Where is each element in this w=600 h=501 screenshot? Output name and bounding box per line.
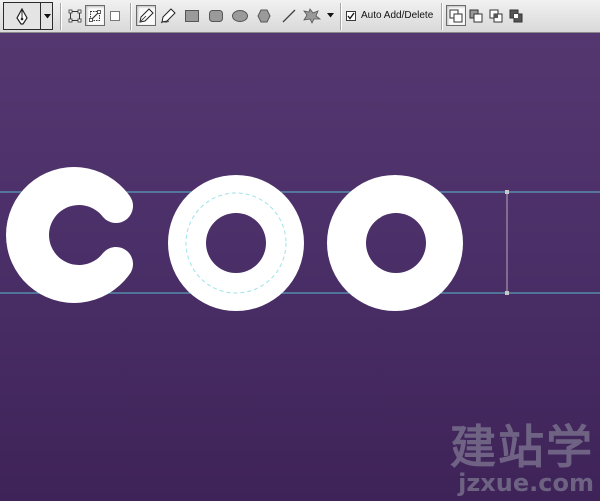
watermark: 建站学 jzxue.com: [450, 423, 594, 495]
paths-icon: [89, 9, 101, 22]
line-icon: [282, 9, 296, 22]
anchor-point-bottom[interactable]: [505, 291, 509, 295]
anchor-point-top[interactable]: [505, 190, 509, 194]
polygon-tool-button[interactable]: [254, 5, 274, 26]
rounded-rectangle-icon: [209, 9, 223, 22]
freeform-pen-button[interactable]: [158, 5, 178, 26]
custom-shape-icon: [303, 7, 321, 24]
options-bar: Auto Add/Delete: [0, 0, 600, 33]
combine-shapes-subtract-button[interactable]: [466, 5, 486, 26]
toolbar-separator: [130, 3, 131, 30]
preset-divider: [40, 3, 41, 29]
ellipse-tool-button[interactable]: [230, 5, 250, 26]
watermark-chinese: 建站学: [450, 420, 594, 474]
freeform-pen-icon: [160, 7, 176, 23]
letter-o-shape-2: [327, 175, 463, 311]
polygon-icon: [257, 9, 271, 22]
rounded-rectangle-tool-button[interactable]: [206, 5, 226, 26]
combine-shapes-add-button[interactable]: [446, 5, 466, 26]
shape-layers-button[interactable]: [65, 5, 85, 26]
intersect-shape-areas-icon: [489, 9, 503, 22]
letter-c-shape: [6, 166, 134, 303]
toolbar-separator: [441, 3, 442, 30]
chevron-down-icon[interactable]: [44, 14, 51, 19]
tool-preset-picker[interactable]: [3, 2, 53, 30]
subtract-from-shape-area-icon: [469, 9, 483, 22]
chevron-down-icon: [326, 13, 334, 18]
letter-o-shape-1: [168, 175, 304, 311]
checkmark-icon: [347, 12, 355, 20]
toolbar-separator: [60, 3, 61, 30]
pen-tool-icon: [16, 7, 28, 25]
fill-pixels-button[interactable]: [105, 5, 125, 26]
combine-shapes-intersect-button[interactable]: [486, 5, 506, 26]
auto-add-delete-label[interactable]: Auto Add/Delete: [361, 10, 433, 22]
ellipse-icon: [232, 9, 248, 22]
rectangle-icon: [185, 9, 199, 22]
fill-pixels-icon: [110, 10, 120, 21]
paths-mode-button[interactable]: [85, 5, 105, 26]
add-to-shape-area-icon: [449, 9, 463, 22]
combine-shapes-exclude-button[interactable]: [506, 5, 526, 26]
toolbar-separator: [340, 3, 341, 30]
document-canvas[interactable]: 建站学 jzxue.com: [0, 33, 600, 501]
watermark-url: jzxue.com: [458, 469, 594, 497]
pen-icon: [139, 7, 154, 23]
exclude-overlapping-shape-areas-icon: [509, 9, 523, 22]
rectangle-tool-button[interactable]: [182, 5, 202, 26]
custom-shape-tool-button[interactable]: [302, 5, 322, 26]
pen-button[interactable]: [136, 5, 156, 26]
shape-options-dropdown[interactable]: [324, 5, 336, 26]
shape-layers-icon: [68, 9, 82, 22]
line-tool-button[interactable]: [279, 5, 299, 26]
auto-add-delete-checkbox[interactable]: [346, 11, 356, 21]
